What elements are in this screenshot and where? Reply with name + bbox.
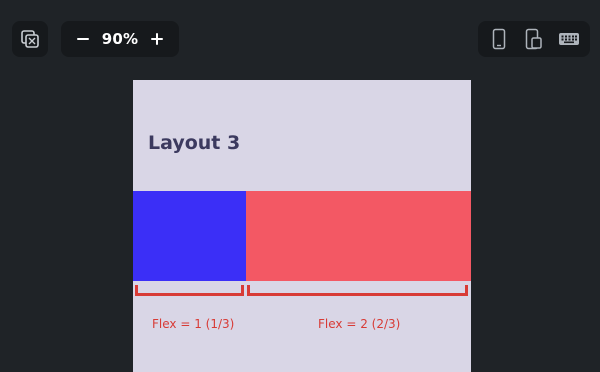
plus-icon[interactable] (143, 25, 171, 53)
flex-label-2: Flex = 2 (2/3) (318, 317, 401, 331)
flex-bracket-2 (247, 285, 468, 296)
phone-icon[interactable] (485, 25, 513, 53)
selection-mode-icon[interactable] (12, 21, 48, 57)
layout-title: Layout 3 (148, 132, 241, 154)
minus-icon[interactable] (69, 25, 97, 53)
zoom-controls: 90% (61, 21, 179, 57)
device-toolbar (478, 21, 590, 57)
flex-item-blue (133, 191, 246, 281)
device-preview: Layout 3 Flex = 1 (1/3) Flex = 2 (2/3) (133, 80, 471, 372)
flex-item-red (245, 191, 471, 281)
flex-label-1: Flex = 1 (1/3) (152, 317, 235, 331)
zoom-level: 90% (101, 30, 139, 48)
inspect-toolbar (12, 21, 48, 57)
keyboard-icon[interactable] (555, 25, 583, 53)
flex-row (133, 191, 471, 281)
tablet-icon[interactable] (520, 25, 548, 53)
flex-bracket-1 (135, 285, 244, 296)
